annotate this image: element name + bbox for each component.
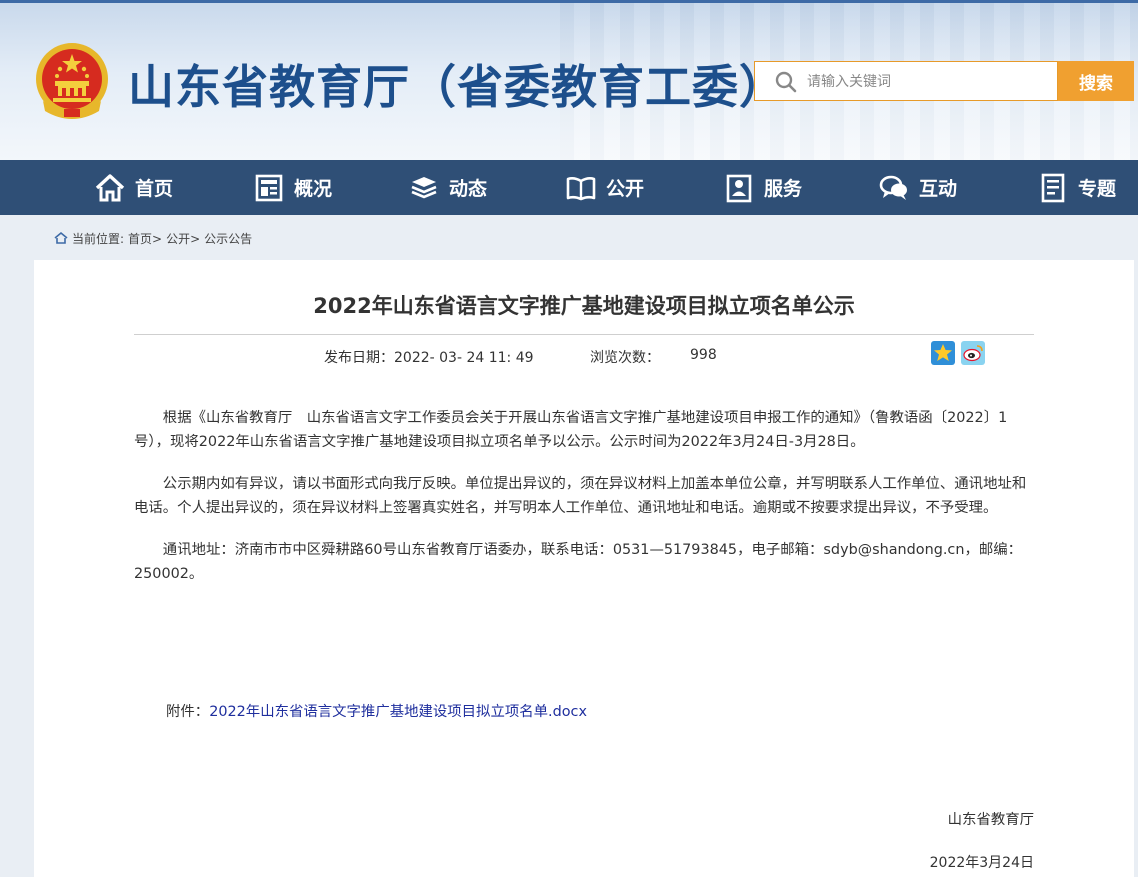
article-panel: 2022年山东省语言文字推广基地建设项目拟立项名单公示 发布日期：2022- 0… [34, 260, 1134, 877]
publish-date: 2022- 03- 24 11: 49 [394, 350, 534, 366]
views-count: 998 [690, 347, 717, 363]
breadcrumb-open[interactable]: 公开> [166, 230, 200, 247]
national-emblem-icon [36, 43, 108, 119]
paragraph: 通讯地址：济南市市中区舜耕路60号山东省教育厅语委办，联系电话：0531—517… [134, 542, 1023, 582]
search-box [754, 61, 1058, 102]
open-book-icon [566, 176, 596, 200]
overview-icon [255, 174, 283, 201]
search-button[interactable]: 搜索 [1058, 61, 1134, 101]
qzone-star-icon[interactable] [931, 341, 955, 365]
nav-item-topic[interactable]: 专题 [1038, 160, 1116, 215]
nav-label: 服务 [764, 178, 803, 200]
weibo-icon[interactable] [961, 341, 985, 365]
nav-item-overview[interactable]: 概况 [254, 160, 332, 215]
views-label: 浏览次数： [590, 350, 660, 366]
news-stack-icon [411, 176, 437, 198]
sign-date: 2022年3月24日 [929, 855, 1034, 871]
paragraph: 公示期内如有异议，请以书面形式向我厅反映。单位提出异议的，须在异议材料上加盖本单… [134, 476, 1027, 516]
home-small-icon [54, 231, 68, 244]
share-icons [931, 341, 985, 365]
article-meta: 发布日期：2022- 03- 24 11: 49 浏览次数： 998 [324, 347, 717, 367]
topic-icon [1041, 173, 1065, 202]
nav-item-interact[interactable]: 互动 [879, 160, 957, 215]
chat-icon [879, 175, 907, 200]
nav-label: 首页 [135, 178, 174, 200]
search-input[interactable] [805, 62, 1054, 102]
nav-label: 公开 [606, 178, 645, 200]
attachment-link[interactable]: 2022年山东省语言文字推广基地建设项目拟立项名单.docx [209, 704, 587, 720]
publish-label: 发布日期： [324, 350, 394, 366]
nav-item-home[interactable]: 首页 [95, 160, 173, 215]
attachment: 附件：2022年山东省语言文字推广基地建设项目拟立项名单.docx [166, 700, 587, 721]
breadcrumb-home[interactable]: 首页> [128, 230, 162, 247]
paragraph: 根据《山东省教育厅 山东省语言文字工作委员会关于开展山东省语言文字推广基地建设项… [134, 410, 1008, 450]
attachment-label: 附件： [166, 704, 210, 720]
breadcrumb-prefix: 当前位置: [72, 231, 125, 246]
nav-label: 专题 [1078, 178, 1117, 200]
search-icon [775, 71, 797, 93]
nav-item-open[interactable]: 公开 [566, 160, 644, 215]
signature: 山东省教育厅 [947, 812, 1034, 828]
site-header: 山东省教育厅（省委教育工委） 搜索 [0, 0, 1138, 160]
main-nav: 首页 概况 动态 公开 服务 互动 专题 [0, 160, 1138, 215]
title-divider [134, 334, 1034, 335]
article-title: 2022年山东省语言文字推广基地建设项目拟立项名单公示 [313, 294, 855, 318]
nav-label: 互动 [919, 178, 958, 200]
home-icon [95, 173, 125, 201]
service-icon [726, 174, 752, 202]
nav-label: 概况 [294, 178, 333, 200]
nav-label: 动态 [449, 178, 488, 200]
site-title: 山东省教育厅（省委教育工委） [128, 60, 786, 114]
breadcrumb-announcements[interactable]: 公示公告 [204, 230, 252, 247]
article-body: 根据《山东省教育厅 山东省语言文字工作委员会关于开展山东省语言文字推广基地建设项… [134, 406, 1034, 604]
nav-item-news[interactable]: 动态 [409, 160, 487, 215]
nav-item-service[interactable]: 服务 [724, 160, 802, 215]
breadcrumb: 当前位置: 首页> 公开> 公示公告 [54, 229, 252, 247]
